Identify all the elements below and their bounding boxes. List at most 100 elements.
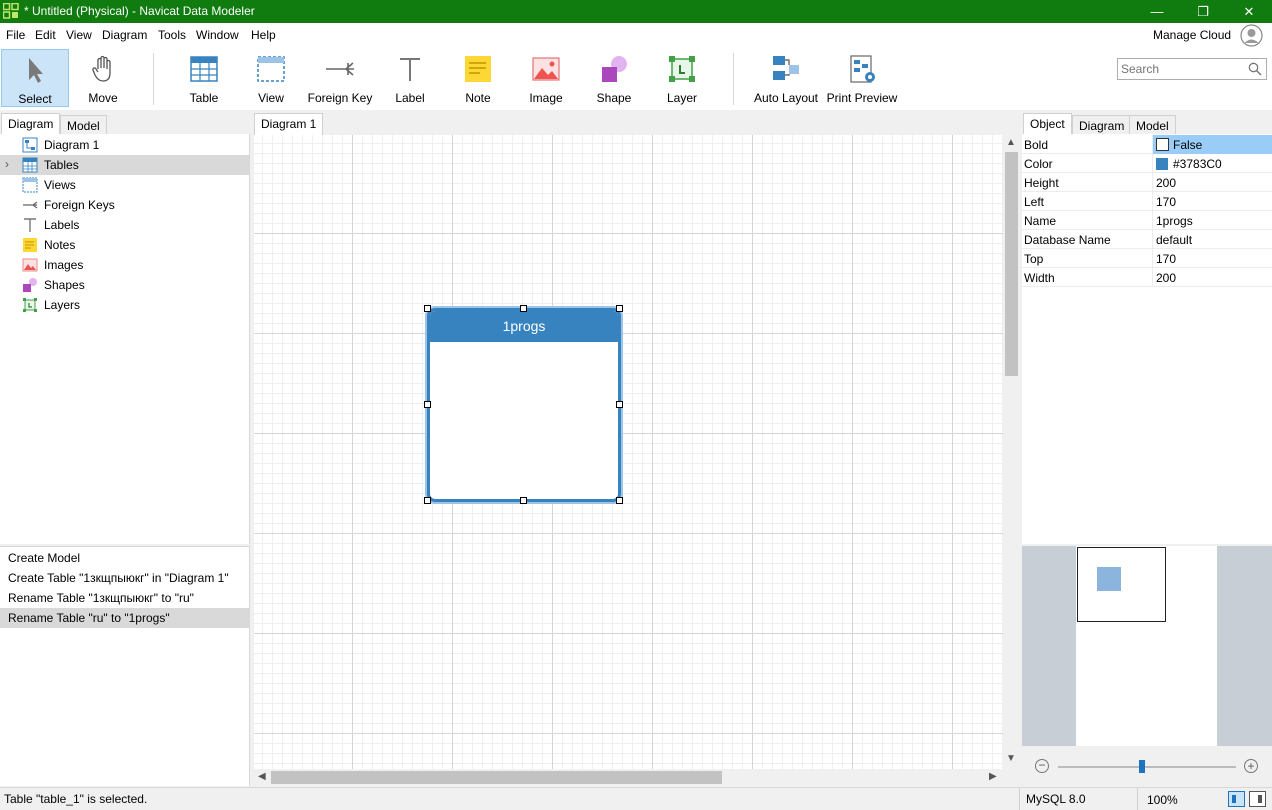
- zoom-slider-thumb[interactable]: [1139, 760, 1145, 773]
- navigator-viewport[interactable]: [1077, 547, 1166, 622]
- history-item-selected[interactable]: Rename Table "ru" to "1progs": [0, 608, 249, 628]
- menu-tools[interactable]: Tools: [158, 28, 186, 42]
- vertical-scrollbar[interactable]: ▲ ▼: [1003, 135, 1020, 769]
- horizontal-scrollbar[interactable]: ◀ ▶: [254, 769, 1003, 786]
- tree-item-views[interactable]: Views: [0, 175, 249, 195]
- maximize-button[interactable]: ❐: [1180, 0, 1226, 23]
- menu-diagram[interactable]: Diagram: [102, 28, 147, 42]
- property-value-bold[interactable]: False: [1152, 135, 1272, 154]
- layer-tool-button[interactable]: Layer: [655, 49, 709, 107]
- tree-item-label: Notes: [44, 238, 76, 252]
- zoom-in-button[interactable]: +: [1244, 759, 1258, 773]
- history-item[interactable]: Create Model: [0, 548, 249, 568]
- layout-toggle-left-icon[interactable]: [1228, 791, 1245, 807]
- foreign-key-tool-button[interactable]: Foreign Key: [306, 49, 374, 107]
- move-tool-button[interactable]: Move: [70, 49, 136, 107]
- resize-handle-ne[interactable]: [616, 305, 623, 312]
- tab-model-left[interactable]: Model: [60, 115, 107, 135]
- bold-checkbox[interactable]: [1156, 138, 1169, 151]
- property-value[interactable]: 170: [1152, 192, 1272, 211]
- close-button[interactable]: ✕: [1226, 0, 1272, 23]
- tab-diagram-1[interactable]: Diagram 1: [254, 113, 324, 135]
- resize-handle-nw[interactable]: [424, 305, 431, 312]
- print-preview-button[interactable]: Print Preview: [825, 49, 899, 107]
- scroll-right-arrow-icon[interactable]: ▶: [989, 771, 997, 782]
- color-swatch[interactable]: [1156, 158, 1168, 170]
- tree-item-notes[interactable]: Notes: [0, 235, 249, 255]
- search-icon[interactable]: [1248, 62, 1262, 76]
- property-value[interactable]: 1progs: [1152, 211, 1272, 230]
- resize-handle-n[interactable]: [520, 305, 527, 312]
- table-entity-title[interactable]: 1progs: [430, 311, 618, 342]
- user-avatar-icon[interactable]: [1240, 24, 1263, 47]
- tab-diagram-left[interactable]: Diagram: [1, 113, 61, 135]
- tree-item-diagram[interactable]: Diagram 1: [0, 135, 249, 155]
- note-tool-button[interactable]: Note: [451, 49, 505, 107]
- resize-handle-se[interactable]: [616, 497, 623, 504]
- view-tool-button[interactable]: View: [243, 49, 299, 107]
- zoom-slider-track[interactable]: [1058, 766, 1236, 768]
- status-bar: Table "table_1" is selected. MySQL 8.0 1…: [0, 787, 1272, 810]
- property-value[interactable]: 170: [1152, 249, 1272, 268]
- search-box[interactable]: [1117, 58, 1267, 80]
- tree-item-label: Images: [44, 258, 84, 272]
- select-tool-button[interactable]: Select: [1, 49, 69, 107]
- diagram-canvas[interactable]: 1progs: [254, 135, 1003, 769]
- tree-item-label: Views: [44, 178, 76, 192]
- property-value[interactable]: 200: [1152, 268, 1272, 287]
- search-input[interactable]: [1118, 59, 1242, 79]
- zoom-out-button[interactable]: −: [1035, 759, 1049, 773]
- label-tool-button[interactable]: Label: [383, 49, 437, 107]
- resize-handle-w[interactable]: [424, 401, 431, 408]
- tree-item-shapes[interactable]: Shapes: [0, 275, 249, 295]
- menu-edit[interactable]: Edit: [35, 28, 56, 42]
- toolbar-separator: [733, 53, 734, 105]
- table-icon: [190, 56, 218, 82]
- window-title: * Untitled (Physical) - Navicat Data Mod…: [24, 4, 255, 18]
- label-tool-label: Label: [395, 91, 425, 105]
- property-value[interactable]: 200: [1152, 173, 1272, 192]
- resize-handle-sw[interactable]: [424, 497, 431, 504]
- tree-item-foreign-keys[interactable]: Foreign Keys: [0, 195, 249, 215]
- layout-toggle-right-icon[interactable]: [1249, 791, 1266, 807]
- scroll-down-arrow-icon[interactable]: ▼: [1006, 753, 1016, 764]
- shape-tool-button[interactable]: Shape: [587, 49, 641, 107]
- resize-handle-e[interactable]: [616, 401, 623, 408]
- database-type: MySQL 8.0: [1026, 792, 1086, 806]
- scroll-left-arrow-icon[interactable]: ◀: [258, 771, 266, 782]
- image-tool-button[interactable]: Image: [519, 49, 573, 107]
- tab-model-right[interactable]: Model: [1129, 115, 1176, 135]
- resize-handle-s[interactable]: [520, 497, 527, 504]
- tree-item-labels[interactable]: Labels: [0, 215, 249, 235]
- tree-item-tables[interactable]: › Tables: [0, 155, 249, 175]
- shapes-icon: [23, 278, 37, 292]
- horizontal-scroll-thumb[interactable]: [271, 771, 722, 784]
- auto-layout-button[interactable]: Auto Layout: [750, 49, 822, 107]
- menu-window[interactable]: Window: [196, 28, 239, 42]
- property-value[interactable]: default: [1152, 230, 1272, 249]
- notes-icon: [23, 238, 37, 252]
- chevron-right-icon[interactable]: ›: [5, 157, 9, 171]
- view-tool-label: View: [258, 91, 284, 105]
- table-entity[interactable]: 1progs: [427, 308, 621, 502]
- table-tool-button[interactable]: Table: [176, 49, 232, 107]
- history-item[interactable]: Create Table "1зкщпыюкг" in "Diagram 1": [0, 568, 249, 588]
- tree-item-layers[interactable]: Layers: [0, 295, 249, 315]
- vertical-scroll-thumb[interactable]: [1005, 152, 1018, 376]
- overview-navigator[interactable]: [1022, 546, 1272, 746]
- tab-object[interactable]: Object: [1023, 113, 1072, 135]
- scroll-up-arrow-icon[interactable]: ▲: [1006, 137, 1016, 148]
- history-item[interactable]: Rename Table "1зкщпыюкг" to "ru": [0, 588, 249, 608]
- image-icon: [532, 57, 560, 81]
- manage-cloud-link[interactable]: Manage Cloud: [1153, 28, 1231, 42]
- menu-help[interactable]: Help: [251, 28, 276, 42]
- minimize-button[interactable]: —: [1134, 0, 1180, 23]
- hand-icon: [92, 55, 111, 82]
- menu-file[interactable]: File: [6, 28, 25, 42]
- property-value-color[interactable]: #3783C0: [1152, 154, 1272, 173]
- tab-diagram-right[interactable]: Diagram: [1072, 115, 1132, 135]
- property-key: Height: [1024, 176, 1059, 190]
- menu-view[interactable]: View: [66, 28, 92, 42]
- move-tool-label: Move: [88, 91, 118, 105]
- tree-item-images[interactable]: Images: [0, 255, 249, 275]
